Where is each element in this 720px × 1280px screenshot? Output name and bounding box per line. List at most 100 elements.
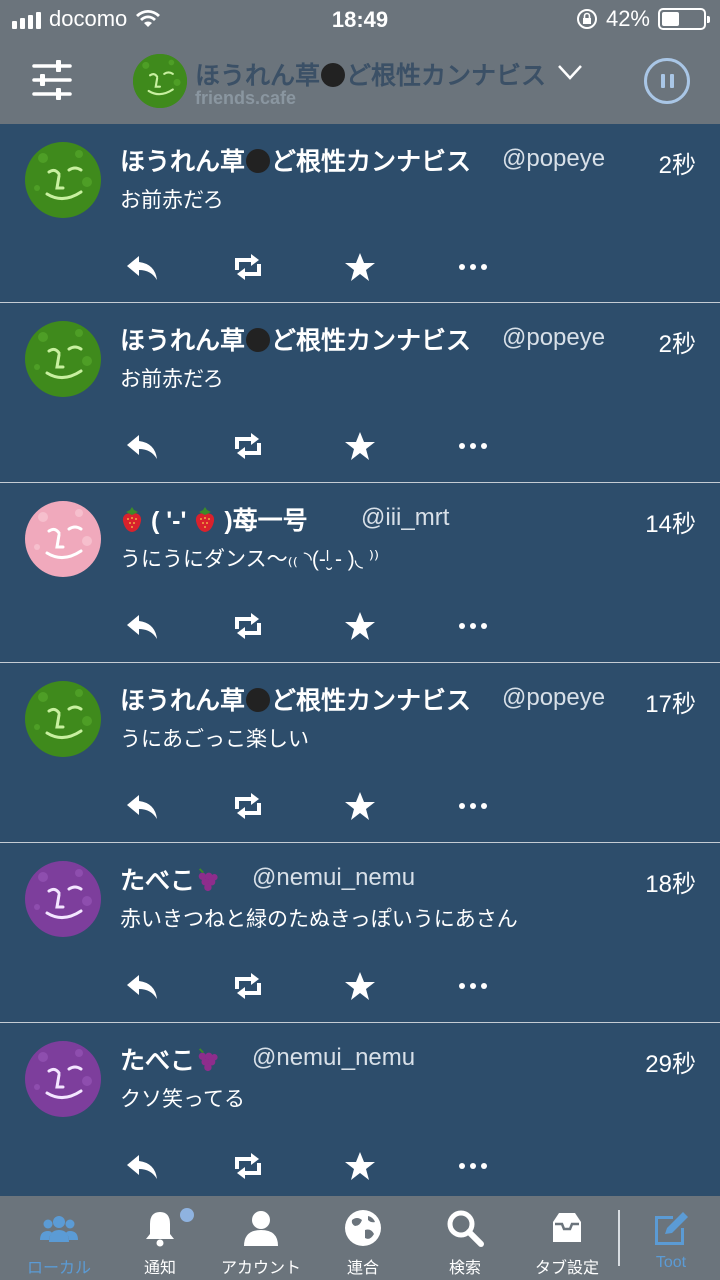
person-icon	[241, 1208, 281, 1248]
more-options-icon[interactable]	[456, 252, 490, 282]
account-handle[interactable]: @nemui_nemu	[252, 864, 415, 892]
favourite-star-icon[interactable]	[343, 791, 377, 821]
rotation-lock-icon	[576, 9, 597, 29]
status-card[interactable]: ほうれん草 ど根性カンナビス @popeye 2秒 お前赤だろ	[0, 303, 720, 483]
display-name-suffix: ど根性カンナビス	[271, 327, 472, 355]
status-card[interactable]: ほうれん草 ど根性カンナビス @popeye 17秒 うにあごっこ楽しい	[0, 663, 720, 843]
avatar[interactable]	[25, 681, 101, 757]
favourite-star-icon[interactable]	[343, 1151, 377, 1181]
status-card[interactable]: たべこ @nemui_nemu 29秒 クソ笑ってる	[0, 1023, 720, 1196]
status-card[interactable]: ( '-' )苺一号 @iii_mrt 14秒うにうにダンス〜₍₍ ◝(-ˡ̮ - …	[0, 483, 720, 663]
globe-icon	[343, 1208, 383, 1248]
avatar[interactable]	[25, 321, 101, 397]
reply-icon[interactable]	[125, 431, 159, 461]
display-name[interactable]: ほうれん草 ど根性カンナビス	[120, 142, 471, 178]
account-handle[interactable]: @iii_mrt	[361, 504, 449, 532]
tab-notifications[interactable]: 通知	[109, 1196, 211, 1280]
account-handle[interactable]: @popeye	[502, 684, 605, 712]
tray-icon	[547, 1208, 587, 1248]
tab-federated[interactable]: 連合	[312, 1196, 414, 1280]
boost-icon[interactable]	[231, 971, 265, 1001]
header-avatar[interactable]	[133, 54, 187, 108]
boost-icon[interactable]	[231, 431, 265, 461]
grape-emoji-icon	[195, 1047, 219, 1075]
tab-account[interactable]: アカウント	[210, 1196, 312, 1280]
display-name[interactable]: たべこ	[120, 1041, 219, 1077]
post-time: 2秒	[658, 152, 696, 179]
display-name-prefix: たべこ	[120, 867, 196, 895]
favourite-star-icon[interactable]	[343, 431, 377, 461]
app-header: ほうれん草 ど根性カンナビス friends.cafe	[0, 40, 720, 124]
avatar[interactable]	[25, 861, 101, 937]
display-name-prefix: ( '-'	[150, 507, 194, 535]
more-options-icon[interactable]	[456, 611, 490, 641]
boost-icon[interactable]	[231, 1151, 265, 1181]
status-card[interactable]: たべこ @nemui_nemu 18秒 赤いきつねと緑のたぬきっぽいうにあさん	[0, 843, 720, 1023]
compose-icon	[651, 1208, 691, 1248]
account-handle[interactable]: @nemui_nemu	[252, 1044, 415, 1072]
favourite-star-icon[interactable]	[343, 611, 377, 641]
more-options-icon[interactable]	[456, 431, 490, 461]
boost-icon[interactable]	[231, 791, 265, 821]
display-name[interactable]: ほうれん草 ど根性カンナビス	[120, 321, 471, 357]
chevron-down-icon[interactable]	[556, 62, 584, 82]
account-handle[interactable]: @popeye	[502, 324, 605, 352]
status-text: 赤いきつねと緑のたぬきっぽいうにあさん	[120, 908, 518, 931]
post-time: 14秒	[645, 511, 696, 538]
post-time: 2秒	[658, 331, 696, 358]
favourite-star-icon[interactable]	[343, 971, 377, 1001]
favourite-star-icon[interactable]	[343, 252, 377, 282]
boost-icon[interactable]	[231, 252, 265, 282]
display-name[interactable]: たべこ	[120, 861, 219, 897]
people-icon	[39, 1208, 79, 1248]
toot-button[interactable]: Toot	[620, 1196, 720, 1280]
avatar[interactable]	[25, 1041, 101, 1117]
blob-emoji-icon	[321, 63, 346, 87]
notification-badge	[180, 1208, 194, 1222]
display-name[interactable]: ( '-' )苺一号	[120, 501, 308, 537]
tab-settings[interactable]: タブ設定	[516, 1196, 618, 1280]
grape-emoji-icon	[195, 867, 219, 895]
post-time: 29秒	[645, 1051, 696, 1078]
filter-settings-icon[interactable]	[30, 58, 74, 102]
status-bar: docomo 18:49 42%	[0, 0, 720, 40]
battery-icon	[658, 8, 710, 30]
status-right: 42%	[576, 6, 710, 32]
blob-emoji-icon	[246, 149, 271, 173]
header-account-name[interactable]: ほうれん草 ど根性カンナビス	[195, 56, 546, 92]
status-actions	[0, 971, 720, 1003]
battery-percent: 42%	[605, 6, 650, 31]
boost-icon[interactable]	[231, 611, 265, 641]
reply-icon[interactable]	[125, 252, 159, 282]
account-handle[interactable]: @popeye	[502, 145, 605, 173]
tab-settings-label: タブ設定	[534, 1260, 599, 1277]
status-card[interactable]: ほうれん草 ど根性カンナビス @popeye 2秒 お前赤だろ	[0, 124, 720, 303]
strawberry-emoji-icon	[193, 507, 217, 535]
avatar[interactable]	[25, 142, 101, 218]
blob-emoji-icon	[246, 328, 271, 352]
display-name-prefix: ほうれん草	[120, 327, 246, 355]
post-time: 17秒	[645, 691, 696, 718]
timeline[interactable]: ほうれん草 ど根性カンナビス @popeye 2秒 お前赤だろ ほうれん草 ど根性カンナビス…	[0, 124, 720, 1196]
reply-icon[interactable]	[125, 971, 159, 1001]
more-options-icon[interactable]	[456, 791, 490, 821]
avatar[interactable]	[25, 501, 101, 577]
display-name[interactable]: ほうれん草 ど根性カンナビス	[120, 681, 471, 717]
status-actions	[0, 252, 720, 284]
more-options-icon[interactable]	[456, 1151, 490, 1181]
status-actions	[0, 1151, 720, 1183]
strawberry-emoji-icon	[120, 507, 144, 535]
pause-stream-button[interactable]	[644, 58, 690, 104]
display-name-prefix: ほうれん草	[120, 687, 246, 715]
display-name-prefix: ほうれん草	[120, 148, 246, 176]
tab-local[interactable]: ローカル	[8, 1196, 110, 1280]
reply-icon[interactable]	[125, 1151, 159, 1181]
status-text: うにうにダンス〜₍₍ ◝(-ˡ̮ - )◟ ⁾⁾	[120, 548, 380, 571]
tab-account-label: アカウント	[220, 1260, 301, 1277]
more-options-icon[interactable]	[456, 971, 490, 1001]
status-actions	[0, 791, 720, 823]
reply-icon[interactable]	[125, 791, 159, 821]
tab-search[interactable]: 検索	[414, 1196, 516, 1280]
reply-icon[interactable]	[125, 611, 159, 641]
search-icon	[445, 1208, 485, 1248]
